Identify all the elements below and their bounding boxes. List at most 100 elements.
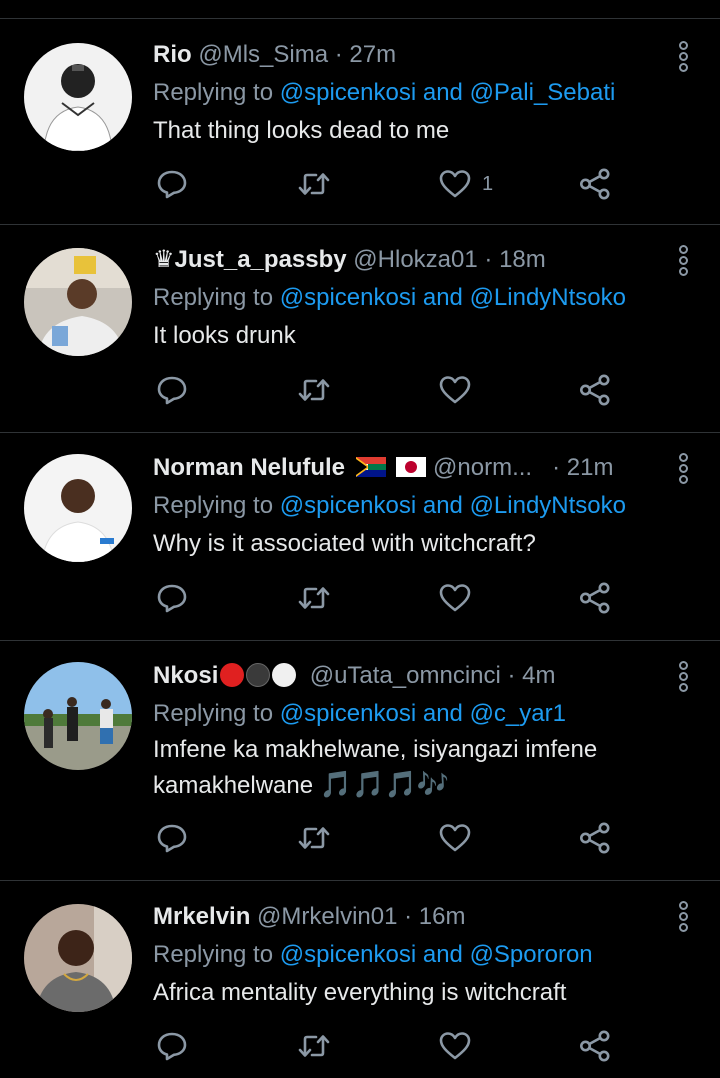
tweet-card[interactable]: Mrkelvin @Mrkelvin01 · 16m Replying to @… xyxy=(0,882,720,1078)
user-name[interactable]: Mrkelvin xyxy=(153,903,250,930)
like-button[interactable]: 1 xyxy=(438,164,493,204)
like-icon xyxy=(438,167,472,201)
user-handle[interactable]: @uTata_omncinci xyxy=(310,662,501,689)
share-icon[interactable] xyxy=(578,370,612,410)
tweet-card[interactable]: Rio @Mls_Sima · 27m Replying to @spicenk… xyxy=(0,20,720,222)
more-options-icon[interactable] xyxy=(676,453,690,484)
reply-icon[interactable] xyxy=(155,164,189,204)
divider xyxy=(0,18,720,19)
share-icon[interactable] xyxy=(578,818,612,858)
separator: · xyxy=(334,41,343,68)
reply-prefix: Replying to xyxy=(153,284,280,311)
divider xyxy=(0,640,720,641)
user-handle[interactable]: @Hlokza01 xyxy=(353,246,477,273)
mention-link[interactable]: @Pali_Sebati xyxy=(470,79,616,106)
music-notes-icon: 🎵🎵🎵🎶 xyxy=(319,769,450,799)
tweet-card[interactable]: Nkosi @uTata_omncinci · 4m Replying to @… xyxy=(0,642,720,878)
timestamp[interactable]: 4m xyxy=(522,662,555,689)
mention-link[interactable]: @spicenkosi xyxy=(280,941,416,968)
mention-link[interactable]: @spicenkosi xyxy=(280,284,416,311)
retweet-icon[interactable] xyxy=(297,578,331,618)
avatar[interactable] xyxy=(24,904,132,1012)
and-text: and xyxy=(416,79,470,106)
mention-link[interactable]: @c_yar1 xyxy=(470,700,566,727)
avatar[interactable] xyxy=(24,248,132,356)
south-africa-flag-icon xyxy=(355,456,386,477)
user-name[interactable]: Rio xyxy=(153,41,192,68)
separator: · xyxy=(404,903,413,930)
red-circle-icon xyxy=(220,662,245,687)
tweet-header: Norman Nelufule @norm... · 21m xyxy=(153,449,660,487)
more-options-icon[interactable] xyxy=(676,245,690,276)
timestamp[interactable]: 18m xyxy=(499,246,546,273)
tweet-card[interactable]: ♛Just_a_passby @Hlokza01 · 18m Replying … xyxy=(0,226,720,430)
user-handle[interactable]: @Mrkelvin01 xyxy=(257,903,397,930)
like-icon[interactable] xyxy=(438,578,472,618)
share-icon[interactable] xyxy=(578,578,612,618)
retweet-icon[interactable] xyxy=(297,818,331,858)
share-icon[interactable] xyxy=(578,164,612,204)
timestamp[interactable]: 21m xyxy=(567,454,614,481)
replying-to: Replying to @spicenkosi and @c_yar1 xyxy=(153,695,660,733)
tweet-header: Mrkelvin @Mrkelvin01 · 16m xyxy=(153,898,660,936)
retweet-icon[interactable] xyxy=(297,1026,331,1066)
tweet-header: ♛Just_a_passby @Hlokza01 · 18m xyxy=(153,241,660,279)
like-icon[interactable] xyxy=(438,1026,472,1066)
reply-prefix: Replying to xyxy=(153,492,280,519)
mention-link[interactable]: @LindyNtsoko xyxy=(470,284,626,311)
reply-icon[interactable] xyxy=(155,578,189,618)
tweet-text: Imfene ka makhelwane, isiyangazi imfene … xyxy=(153,733,660,803)
timestamp[interactable]: 16m xyxy=(419,903,466,930)
black-circle-icon xyxy=(246,662,271,687)
avatar[interactable] xyxy=(24,43,132,151)
divider xyxy=(0,880,720,881)
user-handle[interactable]: @norm... xyxy=(433,454,532,481)
mention-link[interactable]: @spicenkosi xyxy=(280,79,416,106)
user-name[interactable]: ♛Just_a_passby xyxy=(153,246,347,273)
replying-to: Replying to @spicenkosi and @LindyNtsoko xyxy=(153,279,660,317)
share-icon[interactable] xyxy=(578,1026,612,1066)
and-text: and xyxy=(416,941,470,968)
japan-flag-icon xyxy=(396,456,427,477)
mention-link[interactable]: @Spororon xyxy=(470,941,593,968)
retweet-icon[interactable] xyxy=(297,164,331,204)
like-icon[interactable] xyxy=(438,370,472,410)
mention-link[interactable]: @spicenkosi xyxy=(280,700,416,727)
divider xyxy=(0,432,720,433)
avatar[interactable] xyxy=(24,662,132,770)
separator: · xyxy=(507,662,516,689)
separator: · xyxy=(552,454,561,481)
like-count: 1 xyxy=(482,172,494,195)
separator: · xyxy=(484,246,493,273)
and-text: and xyxy=(416,284,470,311)
retweet-icon[interactable] xyxy=(297,370,331,410)
tweet-text: That thing looks dead to me xyxy=(153,117,450,144)
mention-link[interactable]: @spicenkosi xyxy=(280,492,416,519)
like-icon[interactable] xyxy=(438,818,472,858)
mention-link[interactable]: @LindyNtsoko xyxy=(470,492,626,519)
reply-icon[interactable] xyxy=(155,370,189,410)
more-options-icon[interactable] xyxy=(676,661,690,692)
and-text: and xyxy=(416,700,470,727)
user-name[interactable]: Norman Nelufule xyxy=(153,454,345,481)
tweet-text: Why is it associated with witchcraft? xyxy=(153,530,536,557)
user-handle[interactable]: @Mls_Sima xyxy=(198,41,328,68)
replying-to: Replying to @spicenkosi and @LindyNtsoko xyxy=(153,487,660,525)
user-name[interactable]: Nkosi xyxy=(153,662,218,689)
avatar[interactable] xyxy=(24,454,132,562)
tweet-header: Nkosi @uTata_omncinci · 4m xyxy=(153,657,660,695)
white-circle-icon xyxy=(272,662,297,687)
more-options-icon[interactable] xyxy=(676,41,690,72)
reply-prefix: Replying to xyxy=(153,79,280,106)
timestamp[interactable]: 27m xyxy=(349,41,396,68)
tweet-card[interactable]: Norman Nelufule @norm... · 21m Replying … xyxy=(0,434,720,638)
reply-prefix: Replying to xyxy=(153,941,280,968)
divider xyxy=(0,224,720,225)
tweet-text: Africa mentality everything is witchcraf… xyxy=(153,979,567,1006)
reply-icon[interactable] xyxy=(155,818,189,858)
tweet-header: Rio @Mls_Sima · 27m xyxy=(153,36,660,74)
replying-to: Replying to @spicenkosi and @Spororon xyxy=(153,936,660,974)
more-options-icon[interactable] xyxy=(676,901,690,932)
reply-prefix: Replying to xyxy=(153,700,280,727)
reply-icon[interactable] xyxy=(155,1026,189,1066)
